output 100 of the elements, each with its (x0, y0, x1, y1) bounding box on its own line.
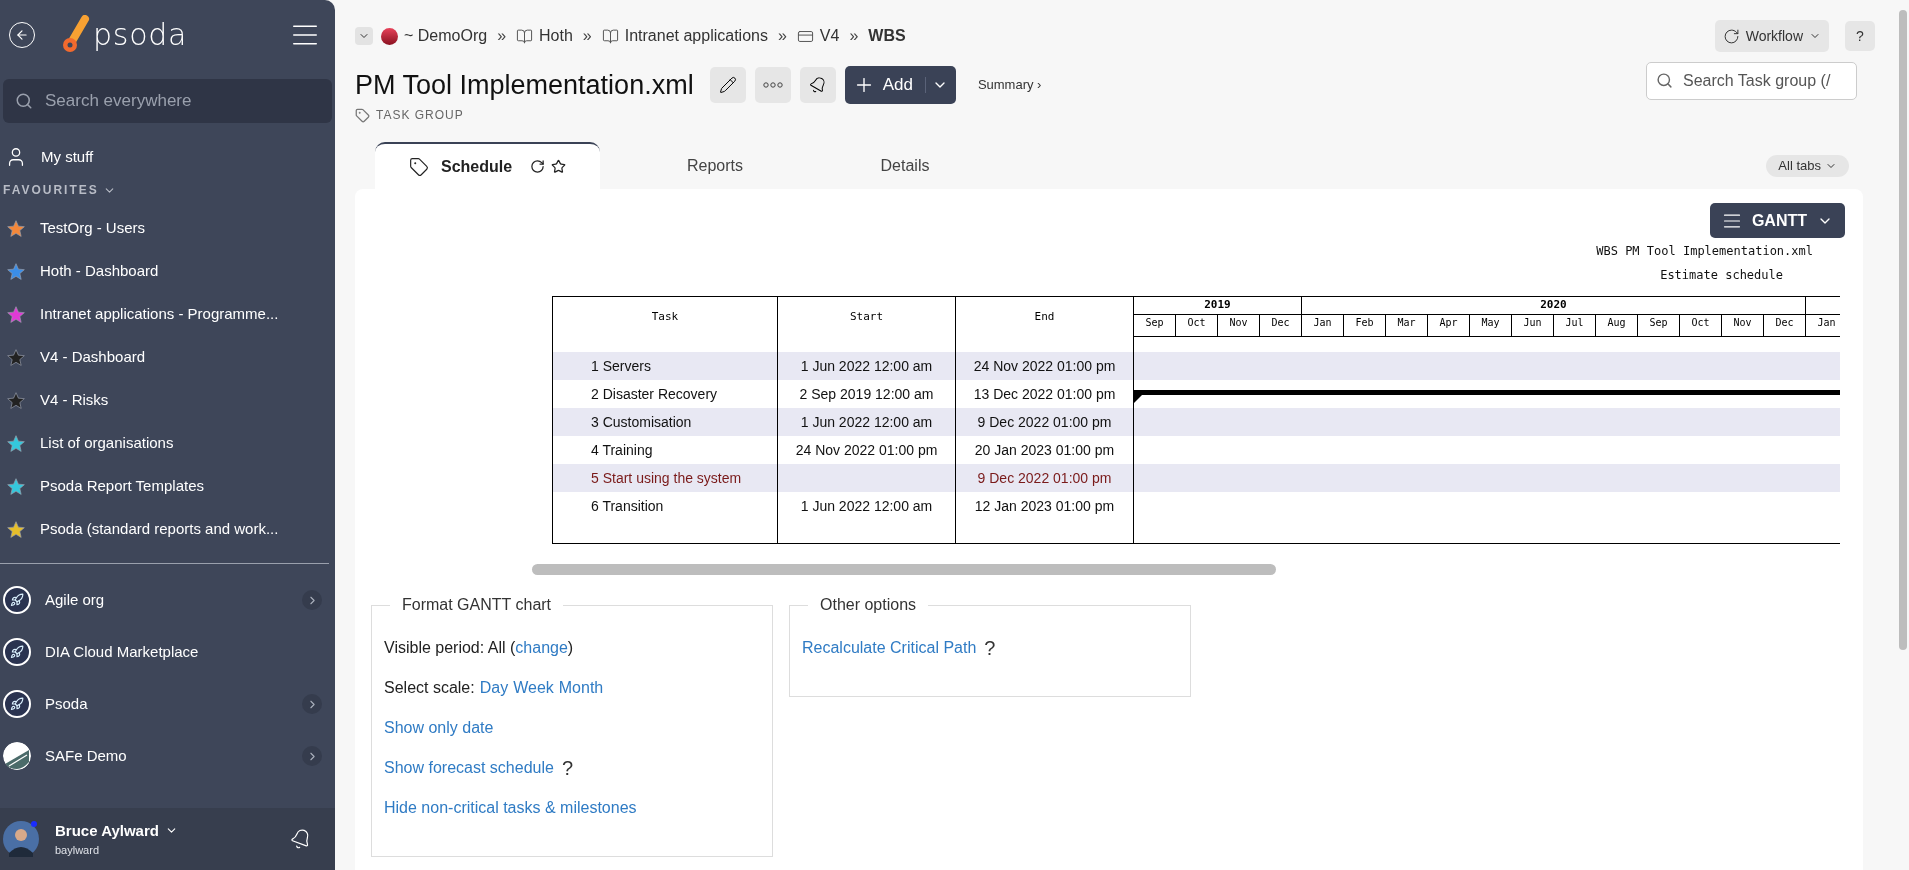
dots-icon (762, 82, 783, 88)
breadcrumb-link[interactable]: ~ DemoOrg (404, 24, 488, 48)
chart-subtitle: Estimate schedule (1660, 267, 1783, 284)
favourite-item[interactable]: List of organisations (0, 422, 335, 465)
dropdown-button[interactable] (355, 27, 373, 45)
month-label: Mar (1397, 316, 1416, 330)
breadcrumb-link[interactable]: Intranet applications (624, 24, 768, 48)
all-tabs-button[interactable]: All tabs (1766, 155, 1849, 177)
logo-icon (61, 15, 91, 55)
breadcrumb-link[interactable]: Hoth (539, 24, 573, 48)
book-icon (601, 27, 619, 45)
table-cell-text: 24 Nov 2022 01:00 pm (973, 356, 1116, 376)
workflow-button[interactable]: Workflow (1714, 20, 1829, 52)
scrollbar[interactable] (532, 564, 1276, 575)
month-label: Sep (1145, 316, 1164, 330)
page-title: PM Tool Implementation.xml (355, 69, 694, 102)
tab[interactable]: Reports (640, 142, 790, 189)
rocket-icon (3, 586, 31, 614)
month-label: Jan (1817, 316, 1836, 330)
search-icon (1656, 72, 1673, 89)
expand-button[interactable] (302, 590, 322, 610)
help-icon[interactable]: ? (984, 638, 996, 658)
search-field[interactable]: Search Task group (/ (1646, 62, 1857, 100)
tab[interactable]: Details (830, 142, 980, 189)
table-cell-text: 1 Jun 2022 12:00 am (800, 496, 933, 516)
table-cell-text: 1 Servers (591, 356, 651, 376)
section-heading[interactable]: FAVOURITES (0, 181, 335, 199)
expand-button[interactable] (302, 746, 322, 766)
organisation-item[interactable]: Psoda (0, 678, 335, 730)
month-label: Nov (1229, 316, 1248, 330)
chart-title: WBS PM Tool Implementation.xml (1596, 243, 1813, 260)
edit-button[interactable] (709, 67, 746, 103)
breadcrumb-separator: » (849, 26, 859, 46)
month-label: Aug (1607, 316, 1626, 330)
help-icon[interactable]: ? (561, 758, 573, 778)
summary-link[interactable]: Summary › (977, 75, 1042, 95)
rocket-icon (3, 690, 31, 718)
add-button[interactable]: Add (844, 66, 956, 104)
favourite-item[interactable]: Psoda Report Templates (0, 465, 335, 508)
table-cell-text: 1 Jun 2022 12:00 am (800, 356, 933, 376)
expand-button[interactable] (302, 694, 322, 714)
organisation-item[interactable]: Agile org (0, 574, 335, 626)
table-cell-text: 9 Dec 2022 01:00 pm (977, 412, 1112, 432)
visible-period-label: Visible period: All ( (384, 639, 516, 656)
rocket-icon (3, 638, 31, 666)
sidebar-item[interactable]: My stuff (0, 141, 335, 173)
organisation-icon (381, 27, 398, 45)
search-field[interactable]: Search everywhere (3, 79, 332, 123)
logo-text: psoda (93, 20, 188, 50)
table-cell-text: 20 Jan 2023 01:00 pm (974, 440, 1115, 460)
avatar[interactable] (3, 821, 39, 857)
recalculate-link[interactable]: Recalculate Critical Path (802, 636, 977, 660)
help-button[interactable]: ? (1845, 21, 1875, 51)
scale-link[interactable]: Week (513, 676, 554, 700)
breadcrumb-separator: » (582, 26, 592, 46)
month-label: Jun (1523, 316, 1542, 330)
month-label: Feb (1355, 316, 1374, 330)
column-header: Task (651, 308, 679, 325)
favourite-item[interactable]: Hoth - Dashboard (0, 250, 335, 293)
favourite-item[interactable]: TestOrg - Users (0, 207, 335, 250)
table-cell-text: 24 Nov 2022 01:00 pm (795, 440, 938, 460)
show-forecast-link[interactable]: Show forecast schedule (384, 756, 554, 780)
scale-link[interactable]: Month (558, 676, 604, 700)
favourite-icon[interactable] (551, 159, 566, 174)
visible-period-end: ) (567, 639, 574, 656)
page-scrollbar[interactable] (1899, 10, 1907, 650)
month-label: May (1481, 316, 1500, 330)
change-link[interactable]: change (515, 639, 568, 656)
table-cell-text: 3 Customisation (591, 412, 692, 432)
show-only-date-link[interactable]: Show only date (384, 716, 760, 740)
tag-button[interactable] (799, 67, 836, 103)
favourite-item[interactable]: V4 - Risks (0, 379, 335, 422)
month-label: Jul (1565, 316, 1584, 330)
favourite-item[interactable]: Intranet applications - Programme... (0, 293, 335, 336)
month-label: Apr (1439, 316, 1458, 330)
organisation-item[interactable]: SAFe Demo (0, 730, 335, 782)
breadcrumb-separator: » (497, 26, 507, 46)
column-header: Start (849, 308, 884, 325)
favourite-item[interactable]: Psoda (standard reports and work... (0, 508, 335, 551)
gantt-view-button[interactable]: GANTT (1709, 203, 1845, 238)
table-cell-text: 2 Sep 2019 12:00 am (799, 384, 934, 404)
table-cell-text: 4 Training (591, 440, 653, 460)
year-label: 2019 (1204, 297, 1231, 314)
username: baylward (55, 843, 101, 858)
book-icon (516, 27, 534, 45)
more-button[interactable] (754, 67, 791, 103)
refresh-icon[interactable] (530, 159, 545, 174)
table-cell-text: 9 Dec 2022 01:00 pm (977, 468, 1112, 488)
breadcrumb-link[interactable]: V4 (819, 24, 840, 48)
month-label: Sep (1649, 316, 1668, 330)
month-label: Jan (1313, 316, 1332, 330)
scale-link[interactable]: Day (479, 676, 509, 700)
hide-noncritical-link[interactable]: Hide non-critical tasks & milestones (384, 796, 760, 820)
organisation-item[interactable]: DIA Cloud Marketplace (0, 626, 335, 678)
year-label: 2020 (1540, 297, 1567, 314)
tab[interactable]: Schedule (375, 142, 600, 189)
table-cell-text: 6 Transition (591, 496, 664, 516)
search-icon (15, 92, 33, 110)
user-name[interactable]: Bruce Aylward (55, 819, 159, 842)
favourite-item[interactable]: V4 - Dashboard (0, 336, 335, 379)
